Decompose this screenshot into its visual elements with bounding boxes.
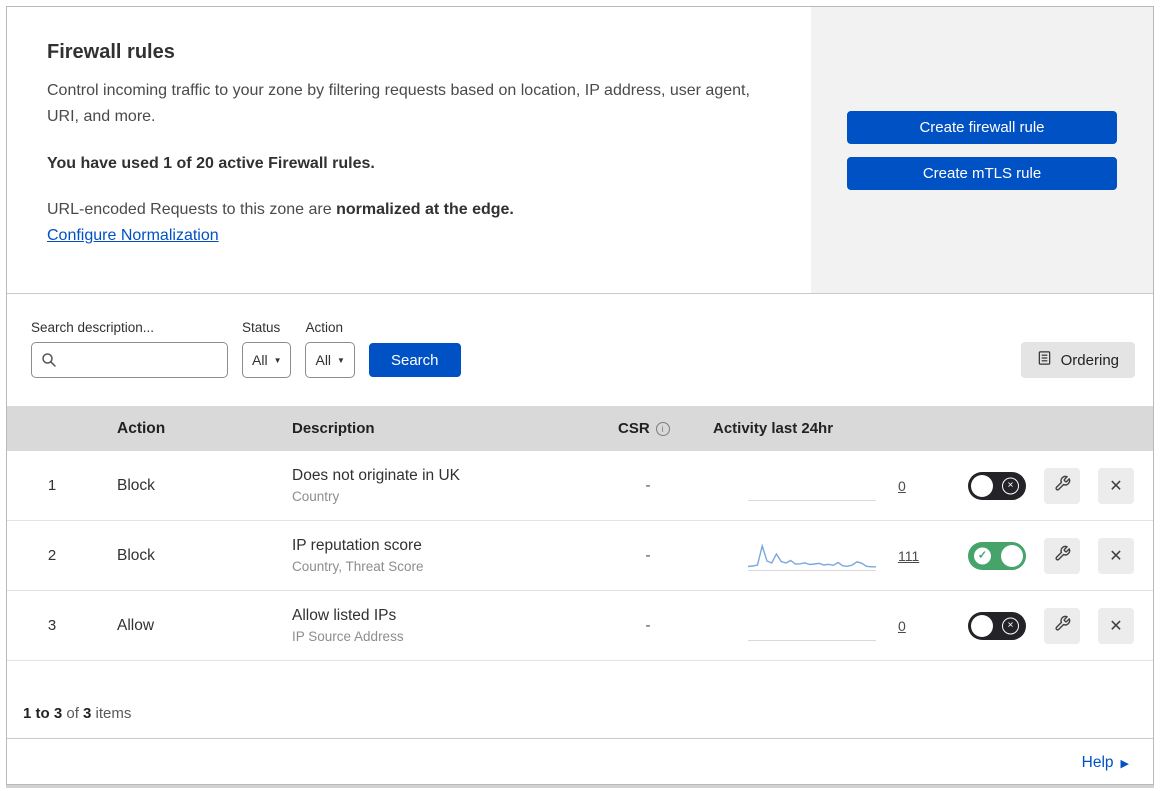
- rule-criteria: IP Source Address: [292, 629, 404, 644]
- rules-table: Action Description CSR i Activity last 2…: [7, 406, 1153, 661]
- rule-description: Allow listed IPs: [292, 607, 397, 624]
- normalization-note: URL-encoded Requests to this zone are no…: [47, 201, 771, 219]
- chevron-right-icon: ▶: [1120, 757, 1129, 770]
- delete-rule-button[interactable]: ✕: [1098, 467, 1134, 504]
- wrench-icon: [1054, 475, 1071, 497]
- search-group: Search description...: [31, 320, 228, 378]
- action-label: Action: [305, 320, 344, 335]
- wrench-icon: [1054, 545, 1071, 567]
- help-label: Help: [1081, 754, 1114, 771]
- info-icon[interactable]: i: [655, 421, 670, 436]
- table-header-row: Action Description CSR i Activity last 2…: [7, 406, 1153, 451]
- edit-rule-button[interactable]: [1044, 607, 1080, 644]
- chevron-down-icon: ▼: [337, 355, 345, 365]
- rule-description-cell: Does not originate in UK Country: [272, 467, 598, 504]
- create-firewall-rule-button[interactable]: Create firewall rule: [847, 110, 1117, 144]
- items-range: 1 to 3: [23, 705, 63, 722]
- activity-count-link[interactable]: 0: [898, 478, 906, 494]
- delete-rule-button[interactable]: ✕: [1098, 537, 1134, 574]
- rule-priority: 3: [47, 617, 57, 634]
- search-icon: [41, 352, 57, 373]
- chevron-down-icon: ▼: [273, 355, 282, 365]
- rule-description-cell: Allow listed IPs IP Source Address: [272, 607, 598, 644]
- rule-criteria: Country, Threat Score: [292, 559, 424, 574]
- delete-rule-button[interactable]: ✕: [1098, 607, 1134, 644]
- rule-csr-value: -: [645, 617, 651, 634]
- configure-normalization-link[interactable]: Configure Normalization: [47, 227, 219, 244]
- filter-bar: Search description... Status All ▼ Actio…: [7, 294, 1153, 406]
- usage-note: You have used 1 of 20 active Firewall ru…: [47, 155, 375, 173]
- rule-action: Block: [117, 546, 155, 564]
- ordering-icon: [1037, 350, 1052, 370]
- rule-controls: ✕: [968, 537, 1153, 574]
- search-button[interactable]: Search: [368, 343, 461, 377]
- action-column-header: Action: [117, 419, 166, 437]
- rule-controls: ✕: [968, 467, 1153, 504]
- rule-enabled-toggle[interactable]: [968, 471, 1026, 500]
- help-link[interactable]: Help ▶: [1082, 754, 1129, 772]
- activity-sparkline: [748, 611, 876, 641]
- rule-activity-cell: 0: [698, 611, 968, 641]
- activity-count-link[interactable]: 111: [898, 548, 919, 564]
- search-input[interactable]: [31, 342, 228, 378]
- status-filter-group: Status All ▼: [242, 320, 292, 378]
- edit-rule-button[interactable]: [1044, 467, 1080, 504]
- header-section: Firewall rules Control incoming traffic …: [7, 7, 1153, 294]
- close-icon: ✕: [1109, 617, 1123, 635]
- rule-enabled-toggle[interactable]: [968, 541, 1026, 570]
- activity-sparkline: [748, 471, 876, 501]
- status-label: Status: [242, 320, 281, 335]
- rule-action: Allow: [117, 616, 155, 634]
- ordering-button[interactable]: Ordering: [1020, 342, 1135, 378]
- activity-sparkline: [748, 541, 876, 571]
- page-title: Firewall rules: [47, 41, 175, 63]
- rule-criteria: Country: [292, 489, 340, 504]
- rule-activity-cell: 111: [698, 541, 968, 571]
- action-filter-value: All: [315, 352, 332, 368]
- status-filter-value: All: [252, 352, 268, 368]
- create-mtls-rule-button[interactable]: Create mTLS rule: [847, 156, 1117, 190]
- table-row: 1 Block Does not originate in UK Country…: [7, 451, 1153, 521]
- rule-description: Does not originate in UK: [292, 467, 461, 484]
- search-label: Search description...: [31, 320, 155, 335]
- table-footer: 1 to 3 of 3 items: [7, 661, 1153, 739]
- actions-panel: Create firewall rule Create mTLS rule: [811, 7, 1153, 293]
- activity-column-header: Activity last 24hr: [713, 420, 834, 437]
- activity-count-link[interactable]: 0: [898, 618, 906, 634]
- normalization-bold: normalized at the edge.: [336, 201, 514, 219]
- rule-csr-value: -: [645, 477, 651, 494]
- of-word: of: [62, 705, 84, 722]
- close-icon: ✕: [1109, 547, 1123, 565]
- rule-csr-value: -: [645, 547, 651, 564]
- sparkline-chart: [748, 542, 876, 567]
- description-column-header: Description: [292, 420, 375, 437]
- rule-description: IP reputation score: [292, 537, 422, 554]
- status-filter-select[interactable]: All ▼: [242, 342, 292, 378]
- action-filter-group: Action All ▼: [305, 320, 355, 378]
- rule-controls: ✕: [968, 607, 1153, 644]
- items-word: items: [91, 705, 132, 722]
- firewall-rules-page: Firewall rules Control incoming traffic …: [6, 6, 1154, 785]
- rule-priority: 1: [47, 477, 57, 494]
- action-filter-select[interactable]: All ▼: [305, 342, 355, 378]
- rule-activity-cell: 0: [698, 471, 968, 501]
- rule-description-cell: IP reputation score Country, Threat Scor…: [272, 537, 598, 574]
- header-content: Firewall rules Control incoming traffic …: [7, 7, 811, 293]
- wrench-icon: [1054, 615, 1071, 637]
- table-row: 2 Block IP reputation score Country, Thr…: [7, 521, 1153, 591]
- page-description: Control incoming traffic to your zone by…: [47, 82, 750, 125]
- help-bar: Help ▶: [7, 739, 1153, 784]
- rule-priority: 2: [47, 547, 57, 564]
- rule-enabled-toggle[interactable]: [968, 611, 1026, 640]
- close-icon: ✕: [1109, 477, 1123, 495]
- search-box: [31, 342, 228, 378]
- edit-rule-button[interactable]: [1044, 537, 1080, 574]
- rule-action: Block: [117, 476, 155, 494]
- csr-column-header: CSR i: [598, 420, 698, 437]
- table-row: 3 Allow Allow listed IPs IP Source Addre…: [7, 591, 1153, 661]
- csr-header-label: CSR: [618, 420, 650, 437]
- normalization-text: URL-encoded Requests to this zone are: [47, 201, 337, 219]
- ordering-label: Ordering: [1060, 351, 1119, 369]
